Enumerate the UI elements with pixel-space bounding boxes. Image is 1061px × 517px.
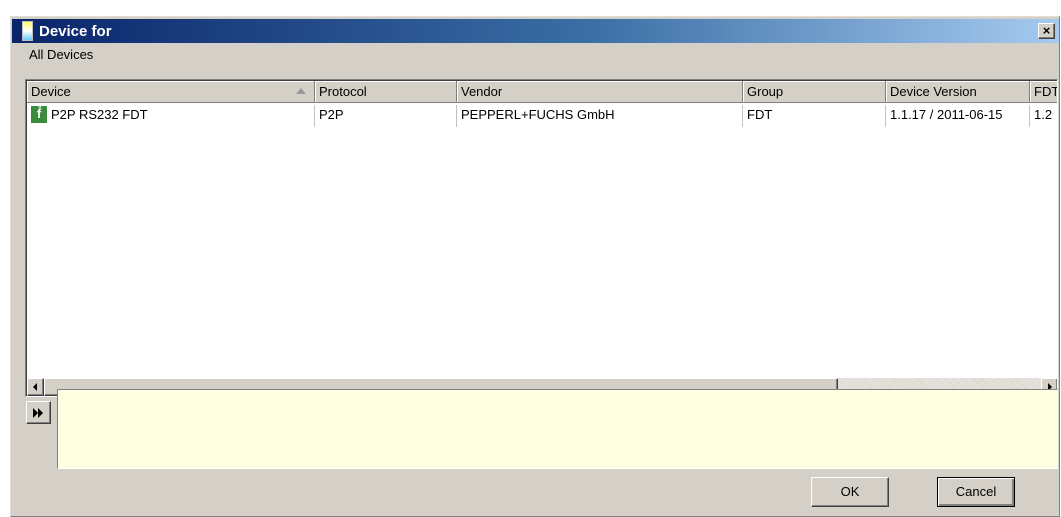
column-header-device-version[interactable]: Device Version	[886, 81, 1030, 103]
cell-group: FDT	[743, 105, 886, 127]
cell-fdt: 1.2	[1030, 105, 1057, 127]
column-header-vendor[interactable]: Vendor	[457, 81, 743, 103]
app-icon	[22, 21, 33, 41]
device-list[interactable]: Device Protocol Vendor Group Device Vers…	[25, 79, 1058, 397]
scroll-left-button[interactable]	[27, 378, 44, 396]
tab-all-devices[interactable]: All Devices	[29, 47, 93, 62]
window-title: Device for	[39, 22, 112, 40]
cell-device: f̊ P2P RS232 FDT	[27, 105, 315, 127]
column-header-group[interactable]: Group	[743, 81, 886, 103]
close-icon: ×	[1042, 23, 1051, 38]
column-header-device[interactable]: Device	[27, 81, 315, 103]
column-header-row: Device Protocol Vendor Group Device Vers…	[27, 81, 1057, 103]
sort-ascending-icon	[296, 88, 306, 94]
arrow-left-icon	[33, 383, 37, 391]
ok-button[interactable]: OK	[811, 477, 889, 507]
cell-vendor: PEPPERL+FUCHS GmbH	[457, 105, 743, 127]
table-row[interactable]: f̊ P2P RS232 FDT P2P PEPPERL+FUCHS GmbH F…	[27, 105, 1057, 127]
cancel-button[interactable]: Cancel	[937, 477, 1015, 507]
cell-device-version: 1.1.17 / 2011-06-15	[886, 105, 1030, 127]
device-dialog: Device for × All Devices Device Protocol…	[10, 16, 1060, 517]
expand-info-button[interactable]	[26, 401, 51, 424]
info-panel	[57, 389, 1058, 469]
pepperl-fuchs-device-icon: f̊	[31, 106, 47, 124]
column-header-protocol[interactable]: Protocol	[315, 81, 457, 103]
column-header-fdt[interactable]: FDT	[1030, 81, 1057, 103]
title-bar[interactable]: Device for ×	[12, 19, 1059, 43]
close-button[interactable]: ×	[1038, 23, 1055, 39]
cell-protocol: P2P	[315, 105, 457, 127]
double-chevron-right-icon	[33, 408, 43, 418]
